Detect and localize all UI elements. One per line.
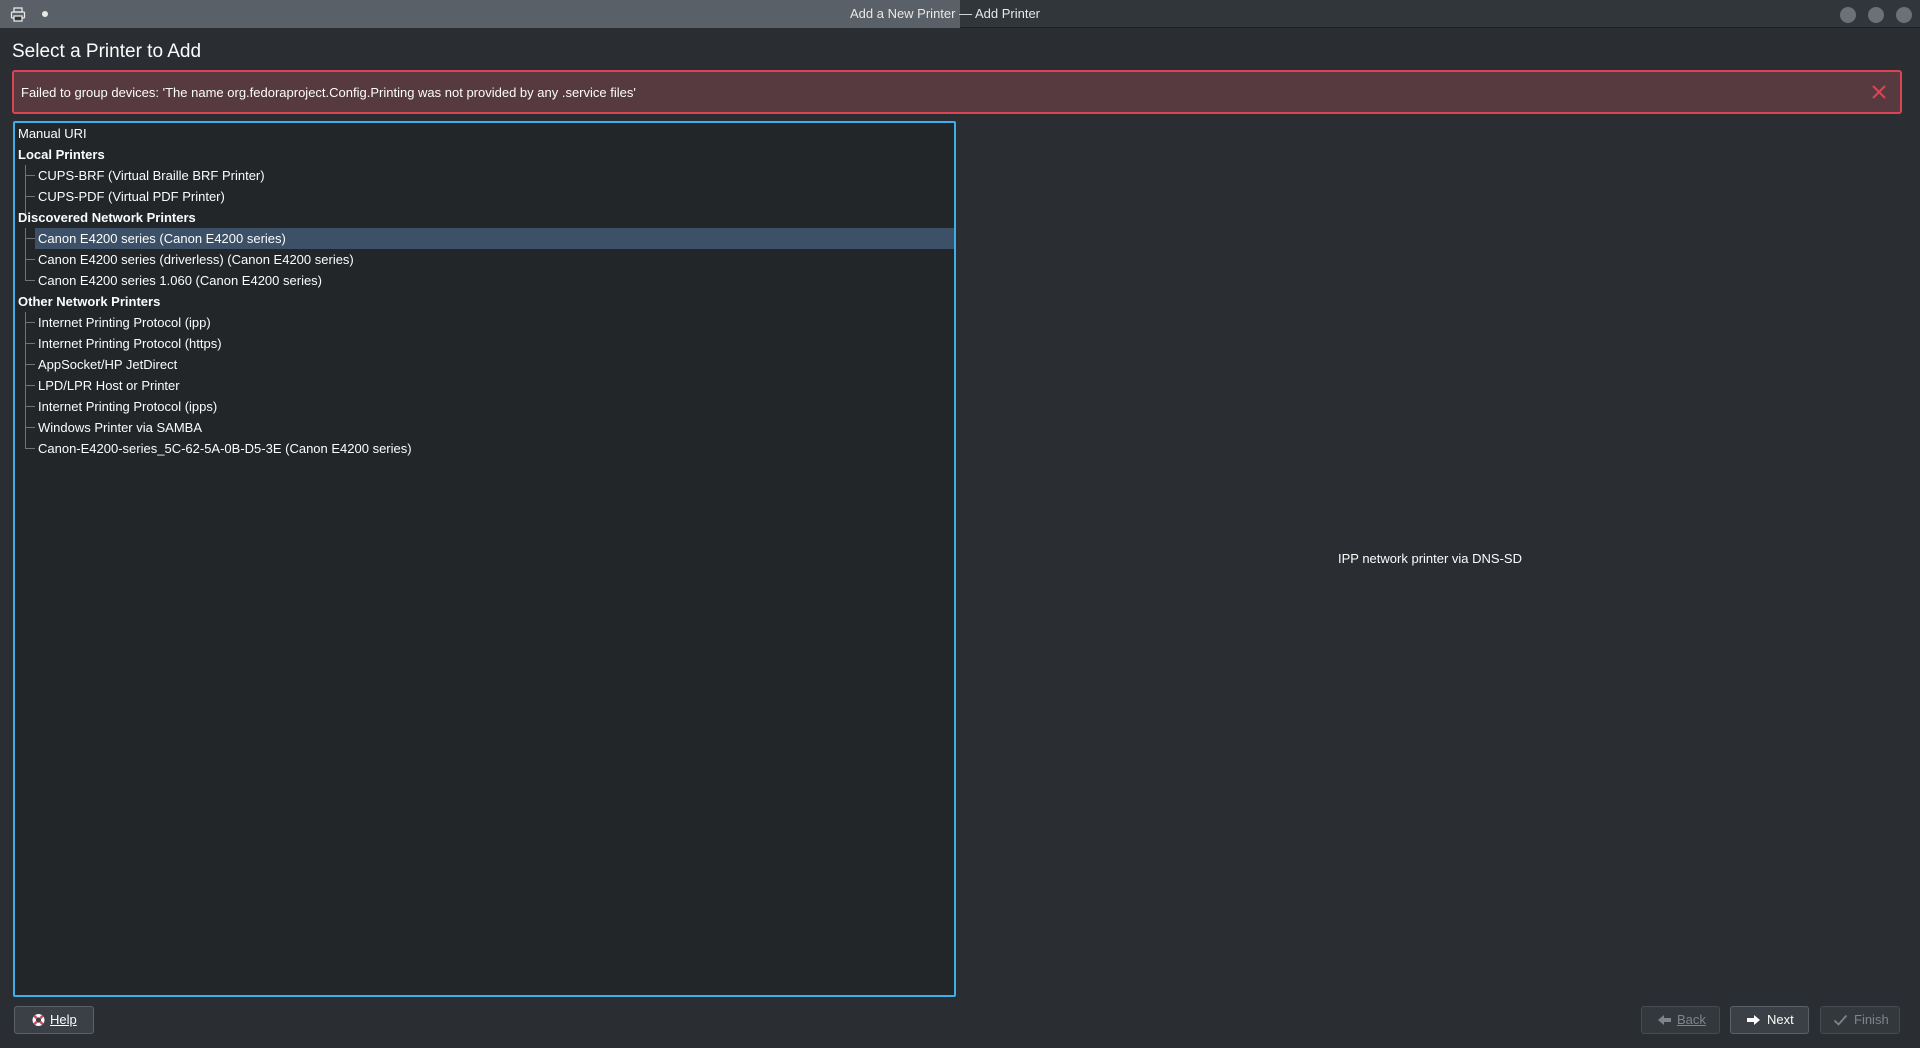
tree-item[interactable]: Internet Printing Protocol (ipps) bbox=[15, 396, 954, 417]
device-description: IPP network printer via DNS-SD bbox=[1338, 551, 1522, 566]
error-message: Failed to group devices: 'The name org.f… bbox=[21, 85, 636, 100]
tree-category-label: Discovered Network Printers bbox=[18, 210, 196, 225]
minimize-icon[interactable] bbox=[1840, 7, 1856, 23]
next-button-label: Next bbox=[1767, 1012, 1794, 1027]
tree-item-label: Internet Printing Protocol (ipps) bbox=[38, 399, 218, 414]
close-icon[interactable] bbox=[1896, 7, 1912, 23]
maximize-icon[interactable] bbox=[1868, 7, 1884, 23]
tree-item[interactable]: Canon-E4200-series_5C-62-5A-0B-D5-3E (Ca… bbox=[15, 438, 954, 459]
close-icon[interactable] bbox=[1870, 83, 1888, 101]
tree-item-label: Internet Printing Protocol (https) bbox=[38, 336, 222, 351]
tree-category-other[interactable]: Other Network Printers bbox=[15, 291, 954, 312]
next-button[interactable]: Next bbox=[1730, 1006, 1809, 1034]
back-button[interactable]: Back bbox=[1641, 1006, 1720, 1034]
tree-item-label: Windows Printer via SAMBA bbox=[38, 420, 202, 435]
tree-item[interactable]: Internet Printing Protocol (https) bbox=[15, 333, 954, 354]
tree-item[interactable]: LPD/LPR Host or Printer bbox=[15, 375, 954, 396]
tree-category-discovered[interactable]: Discovered Network Printers bbox=[15, 207, 954, 228]
checkmark-icon bbox=[1833, 1014, 1848, 1026]
tree-item-label: CUPS-PDF (Virtual PDF Printer) bbox=[38, 189, 225, 204]
tree-item-selected[interactable]: Canon E4200 series (Canon E4200 series) bbox=[15, 228, 954, 249]
window-titlebar[interactable]: Add a New Printer — Add Printer bbox=[0, 0, 1920, 28]
page-title: Select a Printer to Add bbox=[12, 41, 202, 62]
tree-item[interactable]: AppSocket/HP JetDirect bbox=[15, 354, 954, 375]
help-button[interactable]: Help bbox=[14, 1006, 94, 1034]
error-banner: Failed to group devices: 'The name org.f… bbox=[12, 70, 1902, 114]
device-tree[interactable]: Manual URI Local Printers CUPS-BRF (Virt… bbox=[13, 121, 956, 997]
arrow-left-icon bbox=[1658, 1015, 1671, 1025]
tree-item-label: Canon-E4200-series_5C-62-5A-0B-D5-3E (Ca… bbox=[38, 441, 412, 456]
tree-item-label: Manual URI bbox=[18, 126, 87, 141]
tree-item-manual-uri[interactable]: Manual URI bbox=[15, 123, 954, 144]
tree-item-label: Canon E4200 series 1.060 (Canon E4200 se… bbox=[38, 273, 323, 288]
tree-item-label: Canon E4200 series (Canon E4200 series) bbox=[38, 231, 286, 246]
tree-item-label: Internet Printing Protocol (ipp) bbox=[38, 315, 211, 330]
help-button-label: Help bbox=[50, 1012, 77, 1027]
tree-category-label: Other Network Printers bbox=[18, 294, 161, 309]
tree-item[interactable]: Canon E4200 series (driverless) (Canon E… bbox=[15, 249, 954, 270]
tree-category-local[interactable]: Local Printers bbox=[15, 144, 954, 165]
finish-button-label: Finish bbox=[1854, 1012, 1889, 1027]
tree-item[interactable]: Internet Printing Protocol (ipp) bbox=[15, 312, 954, 333]
tree-item-label: LPD/LPR Host or Printer bbox=[38, 378, 180, 393]
tree-item-label: AppSocket/HP JetDirect bbox=[38, 357, 178, 372]
tree-item[interactable]: Canon E4200 series 1.060 (Canon E4200 se… bbox=[15, 270, 954, 291]
window-title: Add a New Printer — Add Printer bbox=[849, 6, 1041, 21]
arrow-right-icon bbox=[1747, 1015, 1760, 1025]
tree-item-label: Canon E4200 series (driverless) (Canon E… bbox=[38, 252, 354, 267]
tree-category-label: Local Printers bbox=[18, 147, 105, 162]
tree-item[interactable]: Windows Printer via SAMBA bbox=[15, 417, 954, 438]
tree-item[interactable]: CUPS-PDF (Virtual PDF Printer) bbox=[15, 186, 954, 207]
finish-button[interactable]: Finish bbox=[1820, 1006, 1900, 1034]
lifebuoy-icon bbox=[32, 1014, 45, 1026]
tree-item-label: CUPS-BRF (Virtual Braille BRF Printer) bbox=[38, 168, 265, 183]
back-button-label: Back bbox=[1677, 1012, 1706, 1027]
tree-item[interactable]: CUPS-BRF (Virtual Braille BRF Printer) bbox=[15, 165, 954, 186]
